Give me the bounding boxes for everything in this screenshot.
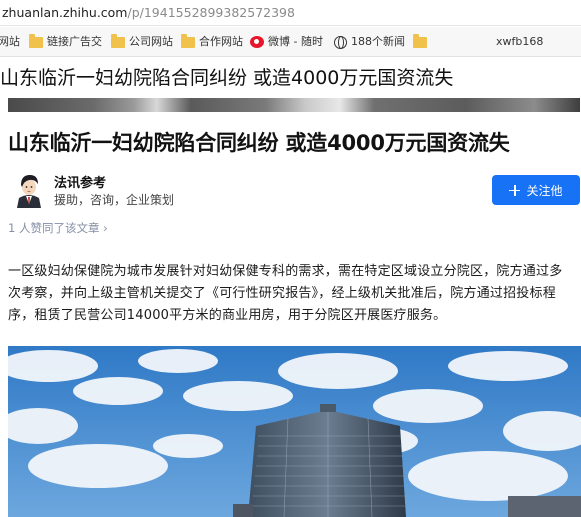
- header-image-strip: [8, 98, 580, 112]
- bookmark-item[interactable]: 网站: [0, 27, 20, 56]
- bookmark-label: 合作网站: [199, 35, 243, 48]
- bookmark-label: xwfb168: [496, 35, 544, 48]
- bookmark-folder-partner[interactable]: 合作网站: [181, 27, 243, 56]
- author-avatar[interactable]: [11, 170, 47, 208]
- bookmark-folder-untitled[interactable]: [413, 27, 431, 56]
- article-paragraph: 一区级妇幼保健院为城市发展针对妇幼保健专科的需求，需在特定区域设立分院区，院方通…: [8, 264, 563, 323]
- folder-icon: [111, 33, 125, 48]
- bookmark-label: 网站: [0, 35, 20, 48]
- building-photo: [8, 346, 581, 517]
- follow-label: 关注他: [526, 183, 563, 198]
- weibo-icon: [250, 36, 264, 48]
- globe-icon: [334, 35, 347, 49]
- bookmark-xwfb[interactable]: xwfb168: [496, 27, 544, 56]
- url-host: zhuanlan.zhihu.com: [2, 5, 128, 20]
- bookmarks-bar: 网站 链接广告交 公司网站 合作网站 微博 - 随时 188个新闻 xwfb16…: [0, 27, 581, 57]
- page-title-band: 山东临沂一妇幼院陷合同纠纷 或造4000万元国资流失: [0, 58, 581, 98]
- bookmark-label: 188个新闻: [351, 35, 405, 48]
- avatar-illustration: [11, 170, 47, 208]
- article-image: [8, 346, 581, 517]
- address-bar[interactable]: zhuanlan.zhihu.com/p/1941552899382572398: [0, 0, 581, 26]
- folder-icon: [413, 33, 427, 48]
- bookmark-label: 链接广告交: [47, 35, 102, 48]
- bookmark-label: 公司网站: [129, 35, 173, 48]
- bookmark-folder-company[interactable]: 公司网站: [111, 27, 173, 56]
- article-title: 山东临沂一妇幼院陷合同纠纷 或造4000万元国资流失: [8, 131, 510, 155]
- author-name[interactable]: 法讯参考: [54, 172, 106, 191]
- bookmark-news[interactable]: 188个新闻: [334, 27, 405, 56]
- author-bio: 援助，咨询，企业策划: [54, 193, 175, 207]
- follow-button[interactable]: 关注他: [492, 175, 580, 205]
- likes-text: 1 人赞同了该文章: [8, 221, 100, 235]
- chevron-right-icon: ›: [103, 221, 108, 235]
- bookmark-folder-ads[interactable]: 链接广告交: [29, 27, 102, 56]
- folder-icon: [29, 33, 43, 48]
- bookmark-label: 微博 - 随时: [268, 35, 323, 48]
- bookmark-weibo[interactable]: 微博 - 随时: [250, 27, 323, 56]
- plus-icon: [509, 184, 521, 196]
- likes-link[interactable]: 1 人赞同了该文章 ›: [8, 220, 108, 236]
- folder-icon: [181, 33, 195, 48]
- url-path: /p/1941552899382572398: [127, 5, 295, 20]
